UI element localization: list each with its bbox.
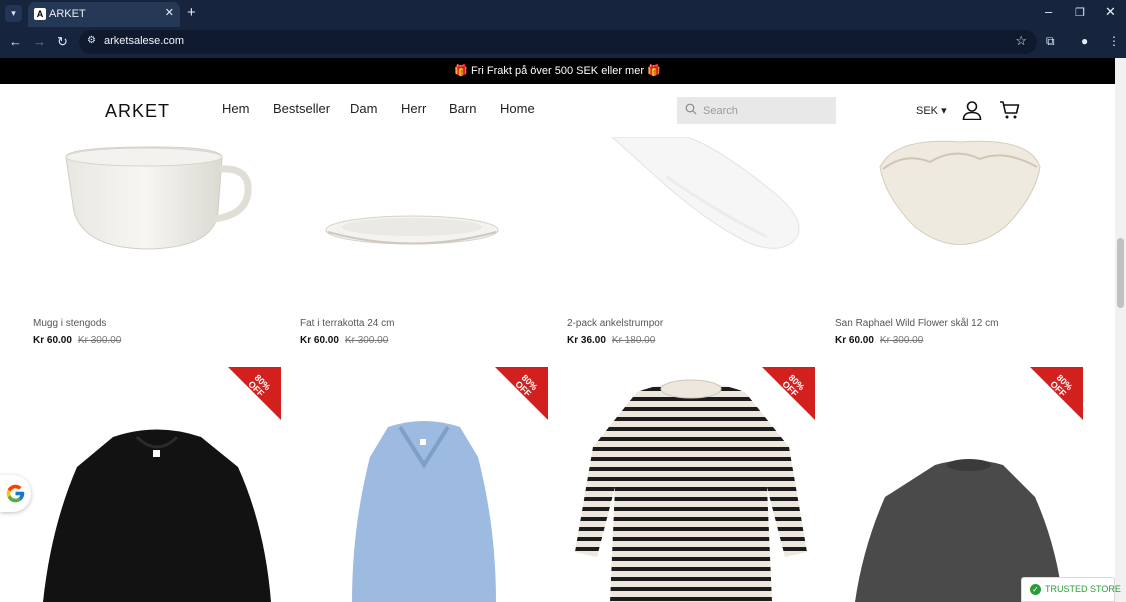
price: Kr 36.00 [567,335,606,346]
search-input[interactable] [703,102,828,119]
browser-chrome: ▾ A ARKET ✕ + – ❐ ✕ ← → ↻ ⚙ arketsalese.… [0,0,1126,58]
tab-arket[interactable]: A ARKET ✕ [28,2,180,27]
trusted-store-badge[interactable]: ✓ TRUSTED STORE [1021,577,1121,602]
tab-close-icon[interactable]: ✕ [165,6,174,19]
socks-image [611,137,800,249]
product-card-blue-sweater[interactable]: 80% OFF [300,367,548,602]
product-name[interactable]: Mugg i stengods [33,318,106,329]
search-box[interactable] [677,97,836,124]
browser-menu-icon[interactable]: ⋮ [1108,34,1120,48]
currency-selector[interactable]: SEK ▾ [916,104,947,117]
page-scrollbar[interactable] [1115,58,1126,602]
url-text[interactable]: arketsalese.com [104,35,184,47]
user-icon[interactable] [962,100,982,120]
forward-icon[interactable]: → [33,34,46,49]
site-info-icon[interactable]: ⚙ [87,35,96,46]
window-close-icon[interactable]: ✕ [1105,4,1116,20]
extensions-icon[interactable]: ⧉ [1046,34,1055,49]
address-bar[interactable]: ⚙ arketsalese.com ☆ [79,30,1037,54]
price-row: Kr 36.00 Kr 180.00 [567,335,655,346]
announcement-bar: 🎁 Fri Frakt på över 500 SEK eller mer 🎁 [0,58,1115,84]
scrollbar-thumb[interactable] [1117,238,1124,308]
trusted-store-label: TRUSTED STORE [1045,584,1121,594]
check-icon: ✓ [1030,584,1041,595]
tab-bar: ▾ A ARKET ✕ + – ❐ ✕ [0,0,1126,27]
currency-label: SEK [916,105,939,117]
nav-bestseller[interactable]: Bestseller [273,101,330,116]
product-card-striped-dress[interactable]: 80% OFF [567,367,815,602]
google-reviews-badge[interactable] [0,475,31,512]
old-price: Kr 300.00 [344,335,389,346]
cart-icon[interactable] [999,100,1020,120]
product-name[interactable]: San Raphael Wild Flower skål 12 cm [835,318,998,329]
tab-search-icon[interactable]: ▾ [5,5,22,22]
caret-down-icon: ▾ [941,105,947,117]
tab-title: ARKET [49,8,86,20]
nav-barn[interactable]: Barn [449,101,476,116]
search-icon [685,103,697,115]
product-name[interactable]: Fat i terrakotta 24 cm [300,318,394,329]
mug-image [65,146,252,250]
discount-ribbon: 80% OFF [228,367,281,420]
price-row: Kr 60.00 Kr 300.00 [33,335,121,346]
site-logo[interactable]: ARKET [105,101,170,122]
product-name[interactable]: 2-pack ankelstrumpor [567,318,663,329]
nav-herr[interactable]: Herr [401,101,426,116]
minimize-icon[interactable]: – [1045,4,1052,19]
google-icon [6,484,25,503]
new-tab-icon[interactable]: + [187,4,196,21]
product-card-black-sweater[interactable]: 80% OFF [33,367,281,602]
nav-hem[interactable]: Hem [222,101,249,116]
plate-image [325,215,499,245]
product-card-grey-dress[interactable]: 80% OFF [835,367,1083,602]
discount-ribbon: 80% OFF [495,367,548,420]
bowl-image [879,140,1041,245]
profile-icon[interactable]: ● [1081,34,1088,48]
discount-ribbon: 80% OFF [1030,367,1083,420]
old-price: Kr 180.00 [611,335,656,346]
old-price: Kr 300.00 [879,335,924,346]
old-price: Kr 300.00 [77,335,122,346]
nav-dam[interactable]: Dam [350,101,377,116]
price-row: Kr 60.00 Kr 300.00 [835,335,923,346]
arket-favicon-icon: A [34,8,46,20]
price: Kr 60.00 [300,335,339,346]
nav-home[interactable]: Home [500,101,535,116]
price: Kr 60.00 [33,335,72,346]
back-icon[interactable]: ← [9,34,22,49]
price: Kr 60.00 [835,335,874,346]
browser-toolbar: ← → ↻ ⚙ arketsalese.com ☆ ⧉ ● ⋮ [0,27,1126,58]
bookmark-star-icon[interactable]: ☆ [1015,33,1027,49]
restore-icon[interactable]: ❐ [1075,6,1085,19]
reload-icon[interactable]: ↻ [57,34,68,50]
price-row: Kr 60.00 Kr 300.00 [300,335,388,346]
site-header: ARKET Hem Bestseller Dam Herr Barn Home … [0,84,1115,137]
discount-ribbon: 80% OFF [762,367,815,420]
